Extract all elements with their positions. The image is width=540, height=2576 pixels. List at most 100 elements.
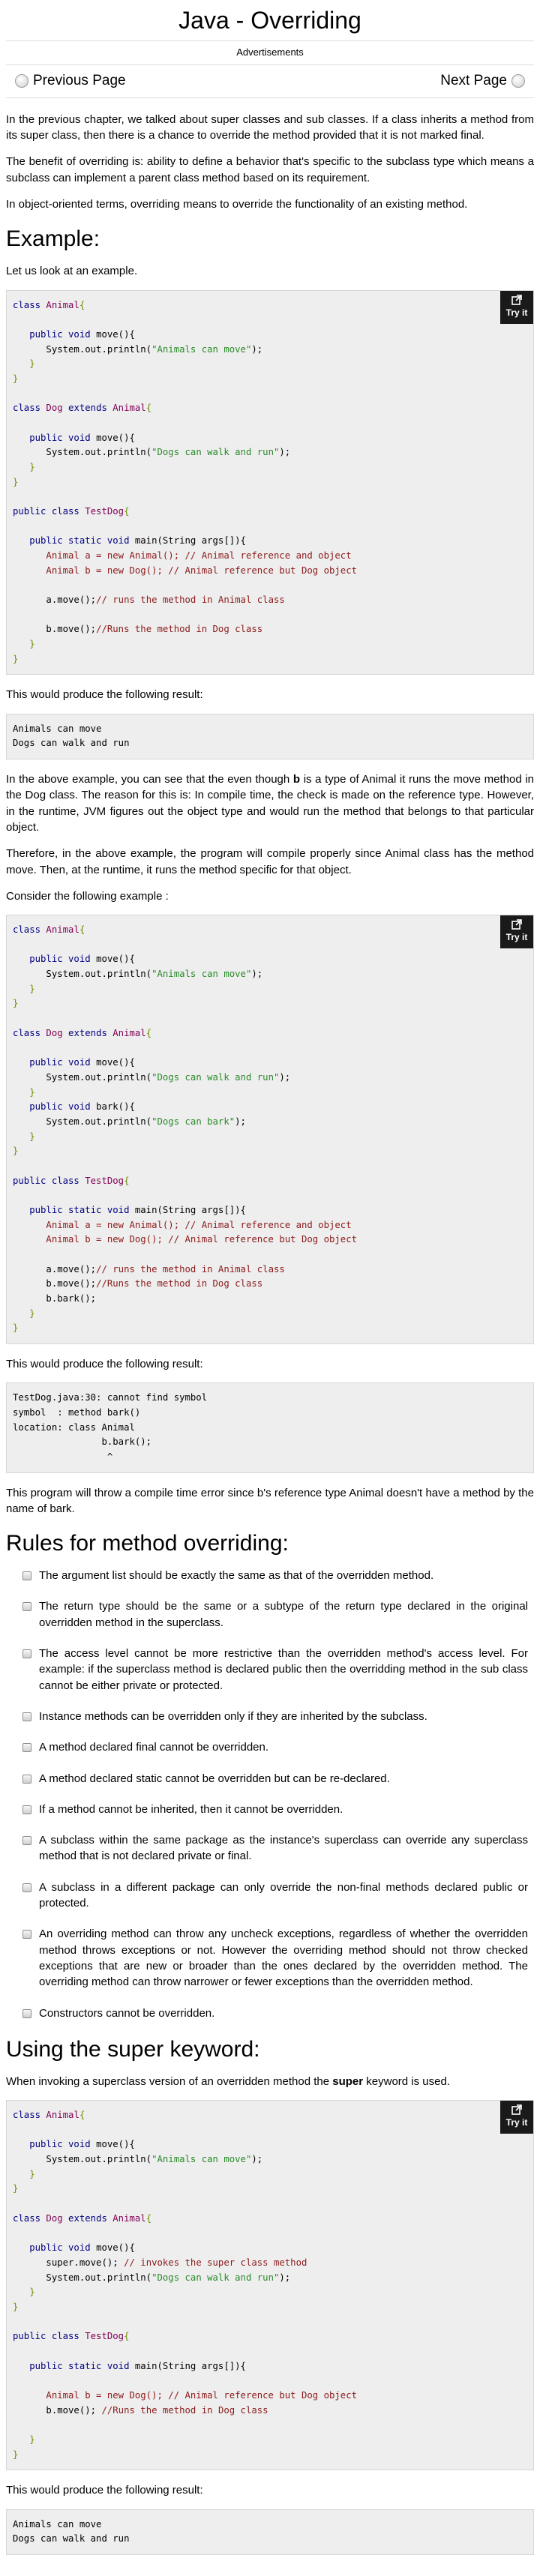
code-token: "Dogs can walk and run" xyxy=(152,1071,280,1083)
code-line: } xyxy=(13,462,34,472)
bullet-icon xyxy=(22,2008,32,2018)
code-line: public class TestDog{ xyxy=(13,1176,129,1186)
consider-intro: Consider the following example : xyxy=(6,889,169,903)
code-token: public void xyxy=(13,2242,97,2254)
output-box-3: Animals can move Dogs can walk and run xyxy=(6,2509,534,2555)
code-line: Animal b = new Dog(); // Animal referenc… xyxy=(13,2390,357,2401)
code-token: } xyxy=(13,998,19,1009)
code-line: class Dog extends Animal{ xyxy=(13,1028,152,1038)
code-token: //Runs the method in Dog class xyxy=(101,2404,268,2416)
code-line: } xyxy=(13,373,18,384)
code-token: public class xyxy=(13,506,86,517)
code-token: TestDog xyxy=(85,1175,124,1186)
code-line: a.move();// runs the method in Animal cl… xyxy=(13,595,284,605)
try-it-button[interactable]: Try it xyxy=(500,915,533,949)
code-token: } xyxy=(13,373,19,384)
code-token: move(){ xyxy=(96,2139,135,2150)
output-box-1: Animals can move Dogs can walk and run xyxy=(6,713,534,760)
bullet-icon xyxy=(22,1712,32,1721)
rule-item: The return type should be the same or a … xyxy=(20,1598,534,1631)
code-token: Animal b = new Dog(); // Animal referenc… xyxy=(13,565,358,576)
code-line: public static void main(String args[]){ xyxy=(13,2361,246,2371)
compile-error-explanation: This program will throw a compile time e… xyxy=(6,1486,534,1515)
code-token: System.out.println( xyxy=(13,447,152,458)
intro-paragraph: The benefit of overriding is: ability to… xyxy=(6,155,534,184)
code-token: Animal xyxy=(46,924,80,936)
code-token: } xyxy=(13,983,35,994)
try-it-button[interactable]: Try it xyxy=(500,290,533,324)
code-line: public void move(){ xyxy=(13,2242,135,2253)
external-link-icon xyxy=(512,294,522,305)
previous-page-link[interactable]: Previous Page xyxy=(15,71,126,91)
rule-item: A subclass in a different package can on… xyxy=(20,1880,534,1912)
page: Java - Overriding Advertisements Previou… xyxy=(0,0,540,2576)
next-circle-icon xyxy=(512,74,525,88)
rules-list: The argument list should be exactly the … xyxy=(6,1568,534,2021)
code-line: } xyxy=(13,2168,35,2179)
result-intro: This would produce the following result: xyxy=(6,2484,203,2497)
rule-item: If a method cannot be inherited, then it… xyxy=(20,1802,534,1817)
code-token: { xyxy=(79,924,86,936)
super-keyword-intro: When invoking a superclass version of an… xyxy=(6,2074,534,2089)
code-line: class Animal{ xyxy=(13,2110,85,2120)
previous-circle-icon xyxy=(15,74,28,88)
external-link-icon xyxy=(512,2104,522,2115)
code-token: Animal a = new Animal(); // Animal refer… xyxy=(13,1219,352,1230)
code-token: Animal xyxy=(112,1027,146,1038)
code-token: { xyxy=(79,2110,86,2121)
output-box-2: TestDog.java:30: cannot find symbol symb… xyxy=(6,1382,534,1473)
code-line: public void move(){ xyxy=(13,433,135,443)
bullet-icon xyxy=(22,1836,32,1846)
code-token: main(String args[]){ xyxy=(134,2360,246,2371)
code-token: } xyxy=(13,639,35,650)
next-page-link[interactable]: Next Page xyxy=(440,71,525,91)
code-token: extends xyxy=(68,403,113,414)
code-line: b.move(); //Runs the method in Dog class xyxy=(13,2405,268,2416)
code-token: bark(){ xyxy=(96,1101,135,1113)
code-token: move(){ xyxy=(96,954,135,965)
result-intro: This would produce the following result: xyxy=(6,1357,203,1370)
code-line: } xyxy=(13,2449,18,2460)
rule-text: The return type should be the same or a … xyxy=(39,1600,528,1629)
code-token: public static void xyxy=(13,2360,135,2371)
code-token: extends xyxy=(68,2212,113,2224)
code-token: public void xyxy=(13,1057,97,1068)
code-token: Dog xyxy=(46,2212,69,2224)
code-token: class xyxy=(13,403,46,414)
code-line: public class TestDog{ xyxy=(13,2331,129,2341)
code-token: Animal a = new Animal(); // Animal refer… xyxy=(13,550,352,562)
code-line: } xyxy=(13,1322,18,1333)
code-token: TestDog xyxy=(85,2331,124,2342)
intro-paragraph: In the previous chapter, we talked about… xyxy=(6,112,534,142)
code-line: } xyxy=(13,2302,18,2312)
previous-page-label: Previous Page xyxy=(33,72,126,88)
rule-item: The argument list should be exactly the … xyxy=(20,1568,534,1583)
code-token: move(){ xyxy=(96,1057,135,1068)
code-token: System.out.println( xyxy=(13,1116,152,1127)
code-line: } xyxy=(13,1146,18,1156)
code-token: b.move(); xyxy=(13,2404,102,2416)
code-token: System.out.println( xyxy=(13,2154,152,2165)
code-token: ); xyxy=(279,2272,291,2283)
code-token: "Animals can move" xyxy=(152,969,252,980)
code-line: } xyxy=(13,654,18,664)
code-token: System.out.println( xyxy=(13,1071,152,1083)
try-it-button[interactable]: Try it xyxy=(500,2101,533,2134)
code-line: } xyxy=(13,639,35,650)
code-token: "Dogs can walk and run" xyxy=(152,2272,280,2283)
bullet-icon xyxy=(22,1649,32,1659)
code-token: // runs the method in Animal class xyxy=(96,1263,285,1275)
code-token: public static void xyxy=(13,1204,135,1215)
code-example-1: Try it class Animal{ public void move(){… xyxy=(6,289,534,675)
code-token: } xyxy=(13,2168,35,2179)
code-token: b.move(); xyxy=(13,1278,97,1289)
code-token: "Dogs can bark" xyxy=(152,1116,236,1127)
code-token: class xyxy=(13,924,46,936)
external-link-icon xyxy=(512,919,522,930)
rule-text: The argument list should be exactly the … xyxy=(39,1569,434,1583)
code-token: "Animals can move" xyxy=(152,343,252,355)
code-token: ); xyxy=(251,343,263,355)
rule-text: Instance methods can be overridden only … xyxy=(39,1709,428,1723)
code-token: b.bark(); xyxy=(13,1292,97,1304)
intro-paragraph: In object-oriented terms, overriding mea… xyxy=(6,198,468,211)
